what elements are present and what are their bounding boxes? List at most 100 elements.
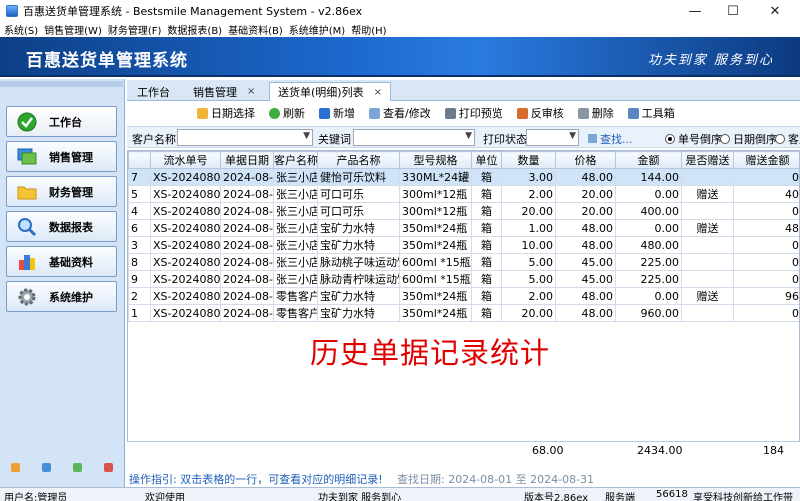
nav-item-workbench[interactable]: 工作台 (6, 106, 117, 137)
table-row[interactable]: 4XS-2024080012024-08-21张三小店可口可乐300ml*12瓶… (128, 202, 799, 220)
unapprove-button[interactable]: 反审核 (516, 105, 564, 121)
minimize-button[interactable]: — (676, 0, 714, 22)
view-edit-button[interactable]: 查看/修改 (369, 105, 431, 121)
cell-row-index: 8 (128, 253, 151, 271)
nav-item-finance[interactable]: 财务管理 (6, 176, 117, 207)
table-row[interactable]: 6XS-2024080012024-08-21张三小店宝矿力水特350ml*24… (128, 219, 799, 237)
nav-item-reports[interactable]: 数据报表 (6, 211, 117, 242)
table-row[interactable]: 9XS-2024080012024-08-21张三小店脉动青柠味运动饮600ml… (128, 270, 799, 288)
column-header-product[interactable]: 产品名称 (317, 151, 400, 169)
menu-reports[interactable]: 数据报表(B) (167, 22, 222, 37)
cell-spec: 350ml*24瓶 (399, 219, 472, 237)
column-header-unit[interactable]: 单位 (471, 151, 502, 169)
building-icon (17, 252, 37, 272)
empty-cell (615, 338, 682, 356)
banner-slogan: 功夫到家 服务到心 (647, 53, 774, 68)
empty-cell (615, 355, 682, 373)
column-header-qty[interactable]: 数量 (501, 151, 556, 169)
print-preview-button[interactable]: 打印预览 (444, 105, 503, 121)
tab-sales[interactable]: 销售管理 × (185, 82, 263, 101)
cell-is-gift (681, 304, 734, 322)
column-header-doc-date[interactable]: 单据日期 (220, 151, 274, 169)
cell-serial-no: XS-202408001 (150, 219, 221, 237)
toolbar-label: 日期选择 (211, 107, 255, 120)
customer-select[interactable]: ▼ (177, 129, 313, 146)
cell-is-gift (681, 253, 734, 271)
menu-basic-data[interactable]: 基础资料(B) (228, 22, 283, 37)
empty-cell (150, 423, 221, 441)
empty-cell (681, 389, 734, 407)
empty-cell (733, 389, 799, 407)
settings-small-icon[interactable] (11, 462, 20, 472)
table-row[interactable]: 7XS-2024080012024-08-21张三小店健怡可乐饮料330ML*2… (128, 168, 799, 186)
cell-unit: 箱 (471, 287, 502, 305)
cell-serial-no: XS-202408001 (150, 236, 221, 254)
sort-radio-customer[interactable]: 客户 (775, 131, 800, 147)
guide-bar: 操作指引: 双击表格的一行，可查看对应的明细记录! 查找日期: 2024-08-… (127, 468, 800, 486)
cell-amount: 960.00 (615, 304, 682, 322)
column-header-serial-no[interactable]: 流水单号 (150, 151, 221, 169)
maximize-button[interactable]: ☐ (714, 0, 752, 22)
menu-maintenance[interactable]: 系统维护(M) (289, 22, 345, 37)
search-button[interactable]: 查找... (588, 131, 633, 147)
menu-finance[interactable]: 财务管理(F) (108, 22, 162, 37)
toolbox-button[interactable]: 工具箱 (627, 105, 675, 121)
empty-cell (150, 372, 221, 390)
nav-item-maintenance[interactable]: 系统维护 (6, 281, 117, 312)
nav-item-basic-data[interactable]: 基础资料 (6, 246, 117, 277)
print-status-select[interactable]: ▼ (526, 129, 579, 146)
window-title: 百惠送货单管理系统 - Bestsmile Management System … (23, 5, 363, 18)
cell-amount: 144.00 (615, 168, 682, 186)
empty-cell (128, 321, 151, 339)
toolbar-label: 反审核 (530, 107, 564, 120)
tab-close-icon[interactable]: × (374, 87, 382, 98)
column-header-is-gift[interactable]: 是否赠送 (681, 151, 734, 169)
table-row[interactable]: 2XS-2024080022024-08-21零售客户宝矿力水特350ml*24… (128, 287, 799, 305)
column-header-gift-amount[interactable]: 赠送金额 (733, 151, 799, 169)
table-row[interactable]: 8XS-2024080012024-08-21张三小店脉动桃子味运动饮600ml… (128, 253, 799, 271)
tab-label-delivery-list: 送货单(明细)列表 (278, 86, 364, 99)
sort-radio-date[interactable]: 日期倒序 (720, 131, 777, 147)
table-row[interactable]: 3XS-2024080012024-08-21张三小店宝矿力水特350ml*24… (128, 236, 799, 254)
menu-system[interactable]: 系统(S) (4, 22, 38, 37)
column-header-spec[interactable]: 型号规格 (399, 151, 472, 169)
table-row[interactable]: 1XS-2024080022024-08-21零售客户宝矿力水特350ml*24… (128, 304, 799, 322)
nav-item-sales[interactable]: 销售管理 (6, 141, 117, 172)
keyword-input[interactable]: ▼ (353, 129, 475, 146)
column-header-price[interactable]: 价格 (555, 151, 616, 169)
empty-cell (681, 406, 734, 424)
status-company: 享受科技创新给工作带 (693, 493, 793, 501)
cell-customer: 零售客户 (273, 287, 318, 305)
empty-cell (555, 423, 616, 441)
keyword-label: 关键词 (318, 133, 351, 146)
close-button[interactable]: ✕ (756, 0, 794, 22)
delete-button[interactable]: 删除 (577, 105, 614, 121)
cell-amount: 480.00 (615, 236, 682, 254)
nav-handle[interactable] (0, 81, 123, 87)
date-select-button[interactable]: 日期选择 (197, 105, 255, 121)
app-icon (6, 5, 18, 17)
network-small-icon[interactable] (42, 462, 51, 472)
total-gift: 184 (763, 444, 784, 457)
add-button[interactable]: 新增 (319, 105, 355, 121)
sort-radio-number[interactable]: 单号倒序 (665, 131, 722, 147)
refresh-button[interactable]: 刷新 (269, 105, 305, 121)
refresh-small-icon[interactable] (73, 462, 82, 472)
tab-delivery-list[interactable]: 送货单(明细)列表 × (269, 82, 391, 101)
table-row[interactable]: 5XS-2024080012024-08-21张三小店可口可乐300ml*12瓶… (128, 185, 799, 203)
cell-qty: 20.00 (501, 202, 556, 220)
menu-help[interactable]: 帮助(H) (351, 22, 386, 37)
empty-cell (733, 406, 799, 424)
tab-close-icon[interactable]: × (247, 86, 255, 97)
tab-workbench[interactable]: 工作台 (129, 82, 178, 101)
empty-cell (471, 389, 502, 407)
column-header-customer[interactable]: 客户名称 (273, 151, 318, 169)
column-header-amount[interactable]: 金额 (615, 151, 682, 169)
empty-cell (317, 372, 400, 390)
app-window: 百惠送货单管理系统 - Bestsmile Management System … (0, 0, 800, 501)
cell-amount: 225.00 (615, 253, 682, 271)
exit-small-icon[interactable] (104, 462, 113, 472)
column-header-row-index[interactable] (128, 151, 151, 169)
cell-qty: 20.00 (501, 304, 556, 322)
menu-sales[interactable]: 销售管理(W) (44, 22, 102, 37)
